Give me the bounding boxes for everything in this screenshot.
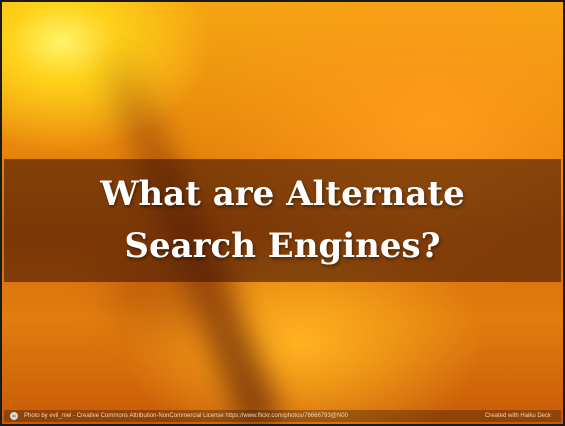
slide: What are Alternate Search Engines? cc Ph…	[0, 0, 565, 426]
haiku-deck-credit-link[interactable]: Created with Haiku Deck	[485, 410, 551, 422]
footer-bar: cc Photo by evil_mel - Creative Commons …	[4, 410, 561, 422]
creative-commons-icon[interactable]: cc	[10, 412, 18, 420]
slide-title: What are Alternate Search Engines?	[100, 174, 465, 266]
photo-attribution-link[interactable]: Photo by evil_mel - Creative Commons Att…	[24, 410, 348, 422]
